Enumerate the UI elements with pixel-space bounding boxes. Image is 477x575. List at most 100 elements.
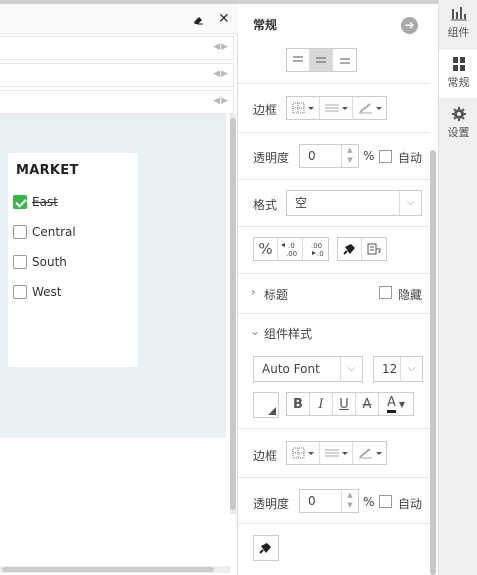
- divider: [238, 313, 430, 314]
- filter-item-east[interactable]: East: [13, 194, 58, 210]
- format-painter-icon[interactable]: [338, 238, 362, 260]
- field-slot-3[interactable]: ◀▶: [0, 90, 234, 114]
- tab-label: 组件: [447, 26, 470, 39]
- scroll-thumb[interactable]: [2, 567, 214, 572]
- filter-widget[interactable]: MARKET East Central South West: [8, 153, 138, 367]
- percent-label: %: [363, 149, 375, 163]
- checkbox[interactable]: [13, 255, 27, 269]
- filter-item-label: East: [32, 195, 58, 209]
- svg-text:.0: .0: [317, 250, 324, 258]
- canvas-area: ✕ ◀▶ ◀▶ ◀▶ MARKET East Central South Wes…: [0, 0, 238, 575]
- divider: [238, 428, 430, 429]
- svg-text:.0: .0: [288, 242, 295, 250]
- border-button-group-2: [286, 441, 387, 465]
- underline-button[interactable]: U: [333, 393, 356, 415]
- arrows-icon: ◀▶: [213, 69, 229, 79]
- horizontal-scrollbar[interactable]: [0, 566, 230, 573]
- checkbox[interactable]: [13, 285, 27, 299]
- filter-item-label: South: [32, 255, 67, 269]
- border-style-button[interactable]: [287, 97, 320, 119]
- spinner-icon[interactable]: ▲ ▼: [341, 490, 358, 512]
- panel-scrollbar[interactable]: [430, 150, 436, 575]
- chevron-down-icon: ⌵: [399, 191, 421, 215]
- increase-decimal-button[interactable]: .00.0: [303, 238, 328, 260]
- font-family-select[interactable]: Auto Font ⌵: [253, 356, 363, 382]
- border-style-button[interactable]: [287, 442, 320, 464]
- vertical-scrollbar[interactable]: [230, 114, 236, 514]
- filter-item-south[interactable]: South: [13, 254, 67, 270]
- checkbox-checked[interactable]: [13, 195, 27, 209]
- paint-group: [337, 237, 387, 261]
- svg-text:.00: .00: [286, 250, 297, 258]
- tab-label: 设置: [447, 126, 470, 139]
- auto-checkbox[interactable]: [379, 495, 392, 508]
- divider: [238, 226, 430, 227]
- filter-item-central[interactable]: Central: [13, 224, 76, 240]
- tab-settings[interactable]: 设置: [439, 100, 477, 148]
- opacity-input[interactable]: 0 ▲ ▼: [299, 489, 359, 513]
- widget-style-section-label[interactable]: 组件样式: [264, 325, 312, 342]
- spinner-icon[interactable]: ▲ ▼: [341, 145, 358, 167]
- font-value: Auto Font: [262, 362, 320, 376]
- chevron-down-icon[interactable]: ⌄: [250, 324, 260, 338]
- properties-panel: 常规 ➜ 边框 透明度 0 ▲ ▼ % 自动 格式 空 ⌵ % .0 .00 .…: [238, 0, 438, 575]
- auto-checkbox[interactable]: [379, 150, 392, 163]
- eraser-icon[interactable]: [192, 14, 204, 29]
- title-section-label[interactable]: 标题: [264, 286, 288, 303]
- border-label: 边框: [253, 103, 278, 117]
- border-line-button[interactable]: [320, 97, 353, 119]
- side-tab-strip: 组件 常规 设置: [438, 0, 477, 575]
- gear-icon: [451, 107, 466, 121]
- scroll-thumb[interactable]: [230, 118, 236, 510]
- wrap-text-icon[interactable]: [362, 238, 386, 260]
- fill-color-button[interactable]: [253, 392, 279, 418]
- font-size-select[interactable]: 12 ⌵: [373, 356, 423, 382]
- auto-label: 自动: [398, 497, 423, 511]
- font-size-value: 12: [382, 362, 398, 376]
- arrow-right-icon[interactable]: ➜: [401, 17, 418, 34]
- align-bottom-button[interactable]: [333, 49, 356, 71]
- align-button-group: [286, 48, 357, 72]
- divider: [238, 179, 430, 180]
- hide-title-checkbox[interactable]: [379, 286, 392, 299]
- align-middle-button[interactable]: [310, 49, 333, 71]
- opacity-input[interactable]: 0 ▲ ▼: [299, 144, 359, 168]
- border-line-button[interactable]: [320, 442, 353, 464]
- decrease-decimal-button[interactable]: .0.00: [278, 238, 303, 260]
- divider: [238, 477, 430, 478]
- format-select[interactable]: 空 ⌵: [286, 190, 422, 216]
- format-painter-icon[interactable]: [253, 535, 279, 561]
- field-slot-1[interactable]: ◀▶: [0, 36, 234, 60]
- close-icon[interactable]: ✕: [218, 12, 230, 26]
- filter-item-west[interactable]: West: [13, 284, 62, 300]
- format-label: 格式: [253, 198, 278, 212]
- tab-general[interactable]: 常规: [439, 50, 477, 98]
- opacity-label: 透明度: [253, 497, 290, 511]
- arrows-icon: ◀▶: [213, 42, 229, 52]
- auto-label: 自动: [398, 151, 423, 165]
- divider: [238, 83, 430, 84]
- border-label: 边框: [253, 449, 278, 463]
- border-color-button[interactable]: [353, 97, 386, 119]
- border-button-group: [286, 96, 387, 120]
- caret-down-icon: ▼: [398, 399, 406, 409]
- border-color-button[interactable]: [353, 442, 386, 464]
- divider: [238, 132, 430, 133]
- bold-button[interactable]: B: [287, 393, 310, 415]
- strikethrough-button[interactable]: A: [356, 393, 379, 415]
- tab-components[interactable]: 组件: [439, 0, 477, 48]
- align-top-button[interactable]: [287, 49, 310, 71]
- italic-button[interactable]: I: [310, 393, 333, 415]
- font-color-letter: A: [386, 395, 396, 413]
- percent-format-button[interactable]: %: [254, 238, 278, 260]
- svg-text:.00: .00: [311, 242, 322, 250]
- chevron-right-icon[interactable]: ›: [251, 285, 256, 299]
- chevron-down-icon: ⌵: [400, 357, 422, 381]
- field-slot-2[interactable]: ◀▶: [0, 63, 234, 87]
- divider: [238, 523, 430, 524]
- opacity-value: 0: [308, 494, 316, 508]
- format-value: 空: [295, 196, 308, 210]
- font-color-button[interactable]: A ▼: [379, 393, 413, 415]
- grid-icon: [452, 57, 465, 71]
- checkbox[interactable]: [13, 225, 27, 239]
